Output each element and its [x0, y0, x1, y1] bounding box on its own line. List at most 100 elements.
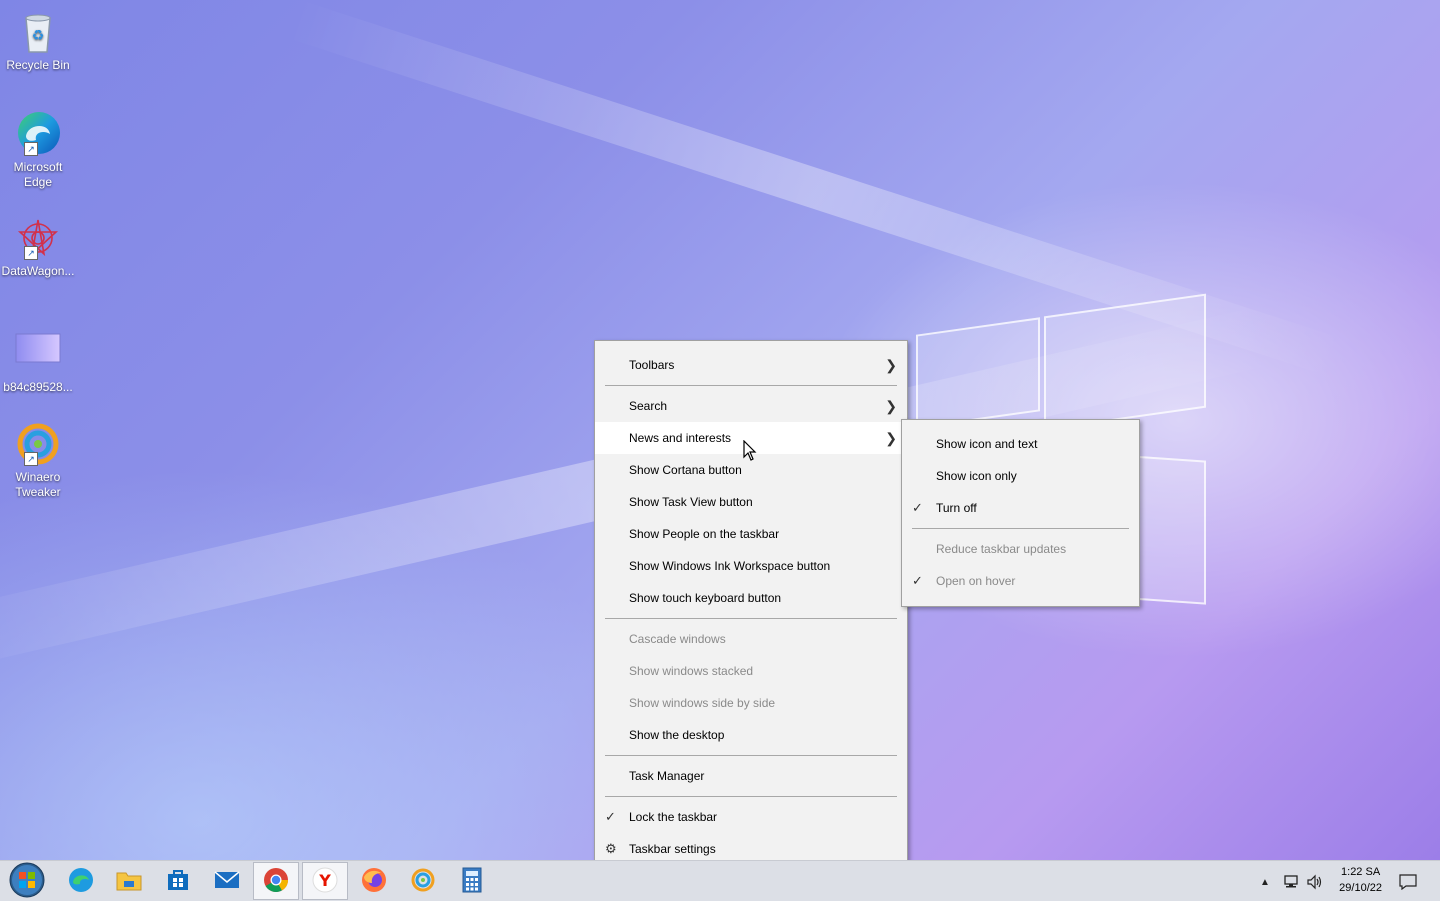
submenu-item-show-icon-only[interactable]: Show icon only [902, 460, 1139, 492]
chevron-up-icon: ▲ [1260, 877, 1270, 888]
taskbar-app-yandex[interactable]: Y [302, 862, 348, 900]
taskbar-app-calculator[interactable] [449, 862, 495, 900]
desktop-icon-label: Winaero Tweaker [15, 470, 61, 499]
menu-separator [605, 755, 897, 756]
desktop-icon-recycle-bin[interactable]: ♻ Recycle Bin [0, 8, 76, 73]
taskbar-app-chrome[interactable] [253, 862, 299, 900]
show-hidden-icons-button[interactable]: ▲ [1260, 861, 1270, 901]
taskbar-app-firefox[interactable] [351, 862, 397, 900]
folder-icon [116, 868, 142, 895]
checkmark-icon: ✓ [912, 573, 923, 588]
action-center-button[interactable] [1396, 861, 1420, 901]
winaero-tweaker-icon: ↗ [14, 420, 62, 468]
chevron-right-icon: ❯ [885, 357, 897, 373]
taskbar: Y ▲ 1:22 SA 29/10/22 [0, 860, 1440, 901]
winaero-icon [410, 867, 436, 896]
taskbar-context-menu: Toolbars ❯ Search ❯ News and interests ❯ Sh… [594, 340, 908, 874]
menu-item-label: Turn off [936, 501, 977, 515]
shortcut-arrow-icon: ↗ [24, 142, 38, 156]
menu-separator [605, 618, 897, 619]
edge-icon: ↗ [14, 110, 62, 158]
menu-item-show-the-desktop[interactable]: Show the desktop [595, 719, 907, 751]
taskbar-app-winaero[interactable] [400, 862, 446, 900]
submenu-item-show-icon-and-text[interactable]: Show icon and text [902, 428, 1139, 460]
desktop-icon-label: DataWagon... [1, 264, 75, 278]
recycle-bin-icon: ♻ [14, 8, 62, 56]
menu-item-label: Search [629, 399, 668, 413]
menu-item-label: Show Cortana button [629, 463, 742, 477]
menu-item-show-windows-side-by-side[interactable]: Show windows side by side [595, 687, 907, 719]
menu-item-label: Show icon and text [936, 437, 1038, 451]
clock-date: 29/10/22 [1339, 882, 1382, 894]
menu-item-label: Toolbars [629, 358, 675, 372]
menu-item-label: Show People on the taskbar [629, 527, 780, 541]
menu-separator [605, 796, 897, 797]
calculator-icon [462, 867, 482, 896]
speaker-icon [1306, 873, 1324, 890]
menu-item-label: Show windows side by side [629, 696, 776, 710]
menu-item-label: Reduce taskbar updates [936, 542, 1067, 556]
taskbar-app-edge[interactable] [58, 862, 104, 900]
mail-icon [214, 870, 240, 893]
windows-orb-icon [9, 862, 45, 901]
desktop-icon-label: Recycle Bin [6, 58, 70, 72]
volume-tray-button[interactable] [1306, 861, 1324, 901]
network-tray-button[interactable] [1282, 861, 1300, 901]
submenu-item-turn-off[interactable]: ✓ Turn off [902, 492, 1139, 524]
menu-item-label: Show the desktop [629, 728, 725, 742]
menu-item-label: Show Windows Ink Workspace button [629, 559, 831, 573]
store-icon [166, 868, 190, 895]
menu-item-show-task-view-button[interactable]: Show Task View button [595, 486, 907, 518]
news-and-interests-submenu: Show icon and text Show icon only ✓ Turn … [901, 419, 1140, 607]
menu-item-label: Show touch keyboard button [629, 591, 782, 605]
datawagon-icon: ↗ [14, 214, 62, 262]
menu-item-label: Cascade windows [629, 632, 726, 646]
edge-icon [68, 867, 94, 896]
network-icon [1282, 873, 1300, 888]
chevron-right-icon: ❯ [885, 430, 897, 446]
desktop-icon-label: Microsoft Edge [13, 160, 63, 189]
menu-item-task-manager[interactable]: Task Manager [595, 760, 907, 792]
clock-time: 1:22 SA [1341, 866, 1381, 878]
menu-item-show-windows-stacked[interactable]: Show windows stacked [595, 655, 907, 687]
menu-item-show-windows-ink[interactable]: Show Windows Ink Workspace button [595, 550, 907, 582]
image-file-icon [14, 330, 62, 378]
desktop-icon-datawagon[interactable]: ↗ DataWagon... [0, 214, 76, 279]
firefox-icon [361, 867, 387, 896]
yandex-icon: Y [312, 867, 338, 896]
taskbar-app-mail[interactable] [204, 862, 250, 900]
menu-separator [605, 385, 897, 386]
menu-item-label: Show windows stacked [629, 664, 754, 678]
start-button[interactable] [4, 862, 50, 900]
menu-item-show-touch-keyboard[interactable]: Show touch keyboard button [595, 582, 907, 614]
checkmark-icon: ✓ [605, 809, 616, 824]
menu-item-toolbars[interactable]: Toolbars ❯ [595, 349, 907, 381]
menu-item-label: Taskbar settings [629, 842, 716, 856]
taskbar-app-file-explorer[interactable] [106, 862, 152, 900]
menu-item-label: Lock the taskbar [629, 810, 718, 824]
taskbar-clock[interactable]: 1:22 SA 29/10/22 [1339, 864, 1382, 896]
submenu-item-open-on-hover[interactable]: ✓ Open on hover [902, 565, 1139, 597]
svg-text:♻: ♻ [32, 28, 45, 44]
menu-item-label: Open on hover [936, 574, 1016, 588]
menu-item-label: Show Task View button [629, 495, 753, 509]
submenu-item-reduce-taskbar-updates[interactable]: Reduce taskbar updates [902, 533, 1139, 565]
menu-item-search[interactable]: Search ❯ [595, 390, 907, 422]
menu-item-lock-the-taskbar[interactable]: ✓ Lock the taskbar [595, 801, 907, 833]
shortcut-arrow-icon: ↗ [24, 452, 38, 466]
desktop-icon-image-file[interactable]: b84c89528... [0, 330, 76, 395]
menu-item-cascade-windows[interactable]: Cascade windows [595, 623, 907, 655]
chevron-right-icon: ❯ [885, 398, 897, 414]
menu-item-show-people[interactable]: Show People on the taskbar [595, 518, 907, 550]
desktop-icon-edge[interactable]: ↗ Microsoft Edge [0, 110, 76, 190]
menu-separator [912, 528, 1129, 529]
notification-icon [1399, 873, 1417, 890]
svg-text:Y: Y [318, 871, 331, 890]
menu-item-label: Task Manager [629, 769, 705, 783]
taskbar-app-store[interactable] [155, 862, 201, 900]
menu-item-label: News and interests [629, 431, 732, 445]
shortcut-arrow-icon: ↗ [24, 246, 38, 260]
desktop-icon-winaero-tweaker[interactable]: ↗ Winaero Tweaker [0, 420, 76, 500]
menu-item-label: Show icon only [936, 469, 1017, 483]
desktop-icon-label: b84c89528... [3, 380, 73, 394]
